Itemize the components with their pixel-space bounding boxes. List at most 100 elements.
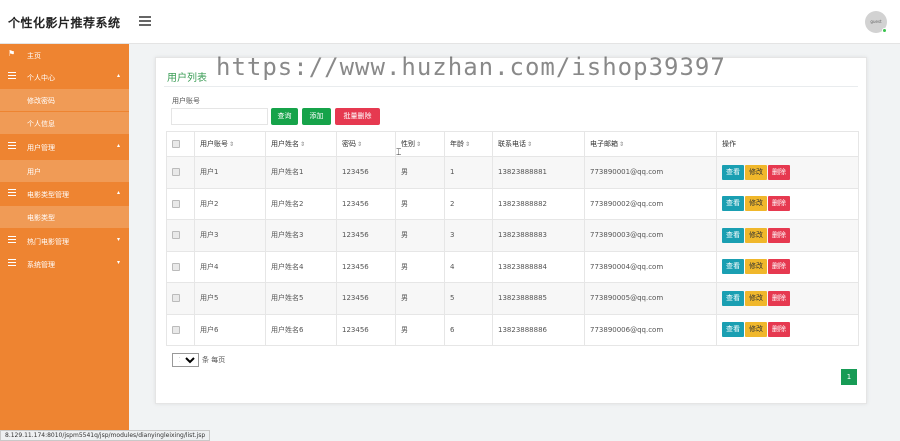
table-cell: 123456 xyxy=(336,313,396,346)
column-header[interactable]: 年龄⇕ xyxy=(444,131,493,157)
add-button[interactable]: 添加 xyxy=(302,108,331,125)
table-cell: 13823888883 xyxy=(492,219,585,252)
sidebar-item-movie-type-management[interactable]: 电影类型管理 ▴ xyxy=(0,183,129,205)
table-cell: 773890003@qq.com xyxy=(584,219,717,252)
row-actions: 查看 修改 删除 xyxy=(716,156,859,189)
row-checkbox-cell[interactable] xyxy=(166,313,195,346)
view-button[interactable]: 查看 xyxy=(722,227,744,243)
column-header[interactable]: 电子邮箱⇕ xyxy=(584,131,717,157)
sidebar-item-system-management[interactable]: 系统管理 ▾ xyxy=(0,253,129,275)
table-cell: 男 xyxy=(395,282,445,315)
table-cell: 用户姓名2 xyxy=(265,187,337,220)
table-cell: 773890006@qq.com xyxy=(584,313,717,346)
sidebar-subitem-personal-info[interactable]: 个人信息 xyxy=(0,112,129,134)
table-cell: 用户姓名6 xyxy=(265,313,337,346)
search-label: 用户账号 xyxy=(172,97,200,105)
chevron-down-icon: ▾ xyxy=(117,259,121,266)
table-cell: 男 xyxy=(395,156,445,189)
row-checkbox-cell[interactable] xyxy=(166,250,195,283)
view-button[interactable]: 查看 xyxy=(722,196,744,212)
edit-button[interactable]: 修改 xyxy=(745,259,767,275)
status-bar-url: 8.129.11.174:8010/jspm5541q/jsp/modules/… xyxy=(0,430,211,441)
edit-button[interactable]: 修改 xyxy=(745,227,767,243)
delete-button[interactable]: 删除 xyxy=(768,227,790,243)
table-cell: 13823888881 xyxy=(492,156,585,189)
sidebar-subitem-users[interactable]: 用户 xyxy=(0,160,129,182)
column-header[interactable]: 密码⇕ xyxy=(336,131,396,157)
table-cell: 123456 xyxy=(336,187,396,220)
row-checkbox-cell[interactable] xyxy=(166,219,195,252)
row-checkbox-cell[interactable] xyxy=(166,282,195,315)
delete-button[interactable]: 删除 xyxy=(768,322,790,338)
table-cell: 用户5 xyxy=(194,282,266,315)
column-header[interactable]: 用户姓名⇕ xyxy=(265,131,337,157)
sort-icon: ⇕ xyxy=(465,141,471,148)
delete-button[interactable]: 删除 xyxy=(768,164,790,180)
table-cell: 2 xyxy=(444,187,493,220)
table-cell: 3 xyxy=(444,219,493,252)
table-cell: 男 xyxy=(395,219,445,252)
delete-button[interactable]: 删除 xyxy=(768,290,790,306)
table-cell: 用户2 xyxy=(194,187,266,220)
row-checkbox[interactable] xyxy=(172,199,180,208)
table-row: 用户2 用户姓名2 123456 男 2 13823888882 773890002@qq.… xyxy=(166,187,859,220)
chevron-up-icon: ▴ xyxy=(117,72,121,79)
sidebar-item-hot-movie-management[interactable]: 热门电影管理 ▾ xyxy=(0,230,129,252)
menu-toggle-icon[interactable] xyxy=(139,16,151,26)
table-row: 用户3 用户姓名3 123456 男 3 13823888883 773890003@qq.… xyxy=(166,219,859,252)
edit-button[interactable]: 修改 xyxy=(745,322,767,338)
select-all-checkbox-cell[interactable] xyxy=(166,131,195,157)
table-cell: 773890002@qq.com xyxy=(584,187,717,220)
search-input[interactable] xyxy=(171,108,268,125)
sidebar-item-user-management[interactable]: 用户管理 ▴ xyxy=(0,136,129,158)
table-cell: 男 xyxy=(395,187,445,220)
select-all-checkbox[interactable] xyxy=(172,140,180,148)
page-size-select[interactable]: 10 xyxy=(172,353,199,367)
table-header-row: 用户账号⇕ 用户姓名⇕ 密码⇕ 性别⇕ 年龄⇕ 联系电话⇕ 电子邮箱⇕ 操作 xyxy=(166,131,859,157)
chevron-down-icon: ▾ xyxy=(117,236,121,243)
row-checkbox[interactable] xyxy=(172,231,180,240)
view-button[interactable]: 查看 xyxy=(722,322,744,338)
grid-icon xyxy=(8,236,16,244)
table-cell: 123456 xyxy=(336,219,396,252)
sidebar-subitem-movie-types[interactable]: 电影类型 xyxy=(0,206,129,228)
table-cell: 用户1 xyxy=(194,156,266,189)
page-button-1[interactable]: 1 xyxy=(841,369,857,385)
page-title: 用户列表 xyxy=(167,73,207,84)
table-cell: 773890001@qq.com xyxy=(584,156,717,189)
batch-delete-button[interactable]: 批量删除 xyxy=(335,108,380,125)
column-header[interactable]: 性别⇕ xyxy=(395,131,445,157)
sidebar-item-home[interactable]: ⚑ 主页 xyxy=(0,44,129,66)
row-checkbox[interactable] xyxy=(172,168,180,177)
grid-icon xyxy=(8,189,16,197)
row-checkbox-cell[interactable] xyxy=(166,156,195,189)
table-cell: 1 xyxy=(444,156,493,189)
top-bar: 个性化影片推荐系统 guest xyxy=(0,0,900,44)
sidebar: ⚑ 主页 个人中心 ▴ 修改密码 个人信息 用户管理 ▴ 用户 电影类型管理 ▴… xyxy=(0,44,129,441)
view-button[interactable]: 查看 xyxy=(722,164,744,180)
flag-icon: ⚑ xyxy=(8,49,16,58)
sidebar-item-personal-center[interactable]: 个人中心 ▴ xyxy=(0,66,129,88)
view-button[interactable]: 查看 xyxy=(722,290,744,306)
sort-icon: ⇕ xyxy=(619,141,625,148)
query-button[interactable]: 查询 xyxy=(271,108,298,125)
delete-button[interactable]: 删除 xyxy=(768,196,790,212)
edit-button[interactable]: 修改 xyxy=(745,290,767,306)
table-cell: 123456 xyxy=(336,282,396,315)
row-actions: 查看 修改 删除 xyxy=(716,187,859,220)
delete-button[interactable]: 删除 xyxy=(768,259,790,275)
grid-icon xyxy=(8,142,16,150)
column-header[interactable]: 联系电话⇕ xyxy=(492,131,585,157)
view-button[interactable]: 查看 xyxy=(722,259,744,275)
table-cell: 13823888882 xyxy=(492,187,585,220)
edit-button[interactable]: 修改 xyxy=(745,196,767,212)
column-header[interactable]: 用户账号⇕ xyxy=(194,131,266,157)
row-checkbox-cell[interactable] xyxy=(166,187,195,220)
sort-icon: ⇕ xyxy=(229,141,235,148)
row-checkbox[interactable] xyxy=(172,262,180,271)
edit-button[interactable]: 修改 xyxy=(745,164,767,180)
row-checkbox[interactable] xyxy=(172,294,180,303)
row-checkbox[interactable] xyxy=(172,325,180,334)
table-cell: 123456 xyxy=(336,250,396,283)
sidebar-subitem-change-password[interactable]: 修改密码 xyxy=(0,89,129,111)
